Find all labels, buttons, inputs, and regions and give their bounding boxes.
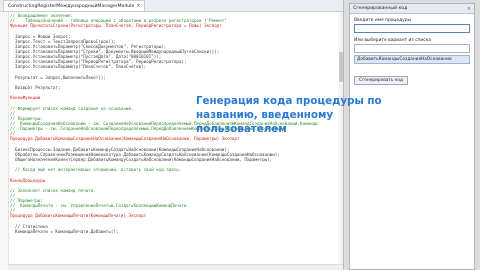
overlay-caption: Генерация кода процедуры по названию, вв… <box>196 95 382 135</box>
panel-title: Сгенерированный код <box>353 6 408 11</box>
procedure-name-input[interactable] <box>354 24 470 33</box>
scroll-thumb[interactable] <box>339 52 343 82</box>
close-icon[interactable]: × <box>467 6 471 12</box>
generator-panel: Сгенерированный код × Введите имя процед… <box>349 3 475 270</box>
procedure-name-label: Введите имя процедуры <box>354 18 411 23</box>
editor-tab[interactable]: ConstructingRegisterМеждународныйManager… <box>3 0 146 11</box>
option-search-input[interactable] <box>354 44 470 53</box>
line-gutter <box>0 12 9 270</box>
panel-titlebar: Сгенерированный код × <box>350 4 474 14</box>
vertical-scrollbar[interactable] <box>339 12 343 265</box>
code-line[interactable]: КомандаПечати = КомандыПечати.Добавить()… <box>10 229 339 234</box>
horizontal-scrollbar[interactable] <box>8 264 343 270</box>
editor-tabbar: ConstructingRegisterМеждународныйManager… <box>0 0 343 12</box>
generate-code-button[interactable]: Сгенерировать код <box>354 76 408 85</box>
choose-option-label: Или выберите вариант из списка <box>354 38 432 43</box>
selected-option[interactable]: ДобавитьКомандыСозданияНаОсновании <box>354 55 470 64</box>
editor-tab-title: ConstructingRegisterМеждународныйManager… <box>8 3 135 9</box>
close-icon[interactable]: × <box>136 3 140 9</box>
